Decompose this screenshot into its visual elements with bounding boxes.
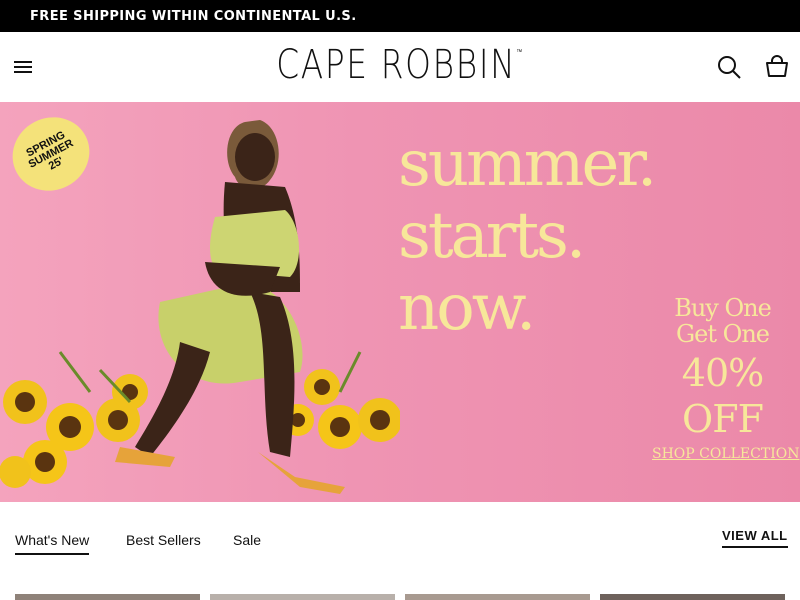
headline-line: starts. xyxy=(398,199,586,273)
offer-line: Buy One xyxy=(674,294,772,322)
model-figure xyxy=(115,120,345,494)
site-header: CAPE ROBBIN™ xyxy=(0,32,800,102)
menu-button[interactable] xyxy=(12,56,36,78)
product-thumbnail[interactable] xyxy=(405,594,590,600)
product-tabs: What's New Best Sellers Sale VIEW ALL xyxy=(0,502,800,600)
hero-banner[interactable]: SPRING SUMMER 25' summer. starts. now. B… xyxy=(0,102,800,502)
promo-text: FREE SHIPPING WITHIN CONTINENTAL U.S. xyxy=(30,8,357,24)
cart-button[interactable] xyxy=(764,54,790,80)
hero-headline: summer. starts. now. xyxy=(398,127,657,345)
site-logo[interactable]: CAPE ROBBIN™ xyxy=(72,42,728,88)
tab-sale[interactable]: Sale xyxy=(233,532,261,553)
view-all-link[interactable]: VIEW ALL xyxy=(722,528,788,548)
logo-trademark: ™ xyxy=(516,48,524,56)
tab-best-sellers[interactable]: Best Sellers xyxy=(126,532,201,553)
promo-offer: Buy One Get One 40% OFF xyxy=(655,295,790,439)
promo-bar: FREE SHIPPING WITHIN CONTINENTAL U.S. xyxy=(0,0,800,32)
sunflowers-left xyxy=(0,351,148,488)
menu-icon xyxy=(14,61,32,73)
headline-line: summer. xyxy=(398,127,657,201)
headline-line: now. xyxy=(398,271,536,345)
logo-text: CAPE ROBBIN xyxy=(276,42,517,88)
shopping-bag-icon xyxy=(766,55,788,77)
search-icon xyxy=(718,56,741,79)
offer-line: Get One xyxy=(676,320,770,348)
shop-collection-link[interactable]: SHOP COLLECTION xyxy=(652,446,799,462)
offer-line: OFF xyxy=(682,397,764,441)
product-thumbnail[interactable] xyxy=(15,594,200,600)
product-thumbnail[interactable] xyxy=(210,594,395,600)
product-thumbnail[interactable] xyxy=(600,594,785,600)
tab-whats-new[interactable]: What's New xyxy=(15,532,90,555)
search-button[interactable] xyxy=(716,54,742,80)
offer-line: 40% xyxy=(681,351,764,395)
